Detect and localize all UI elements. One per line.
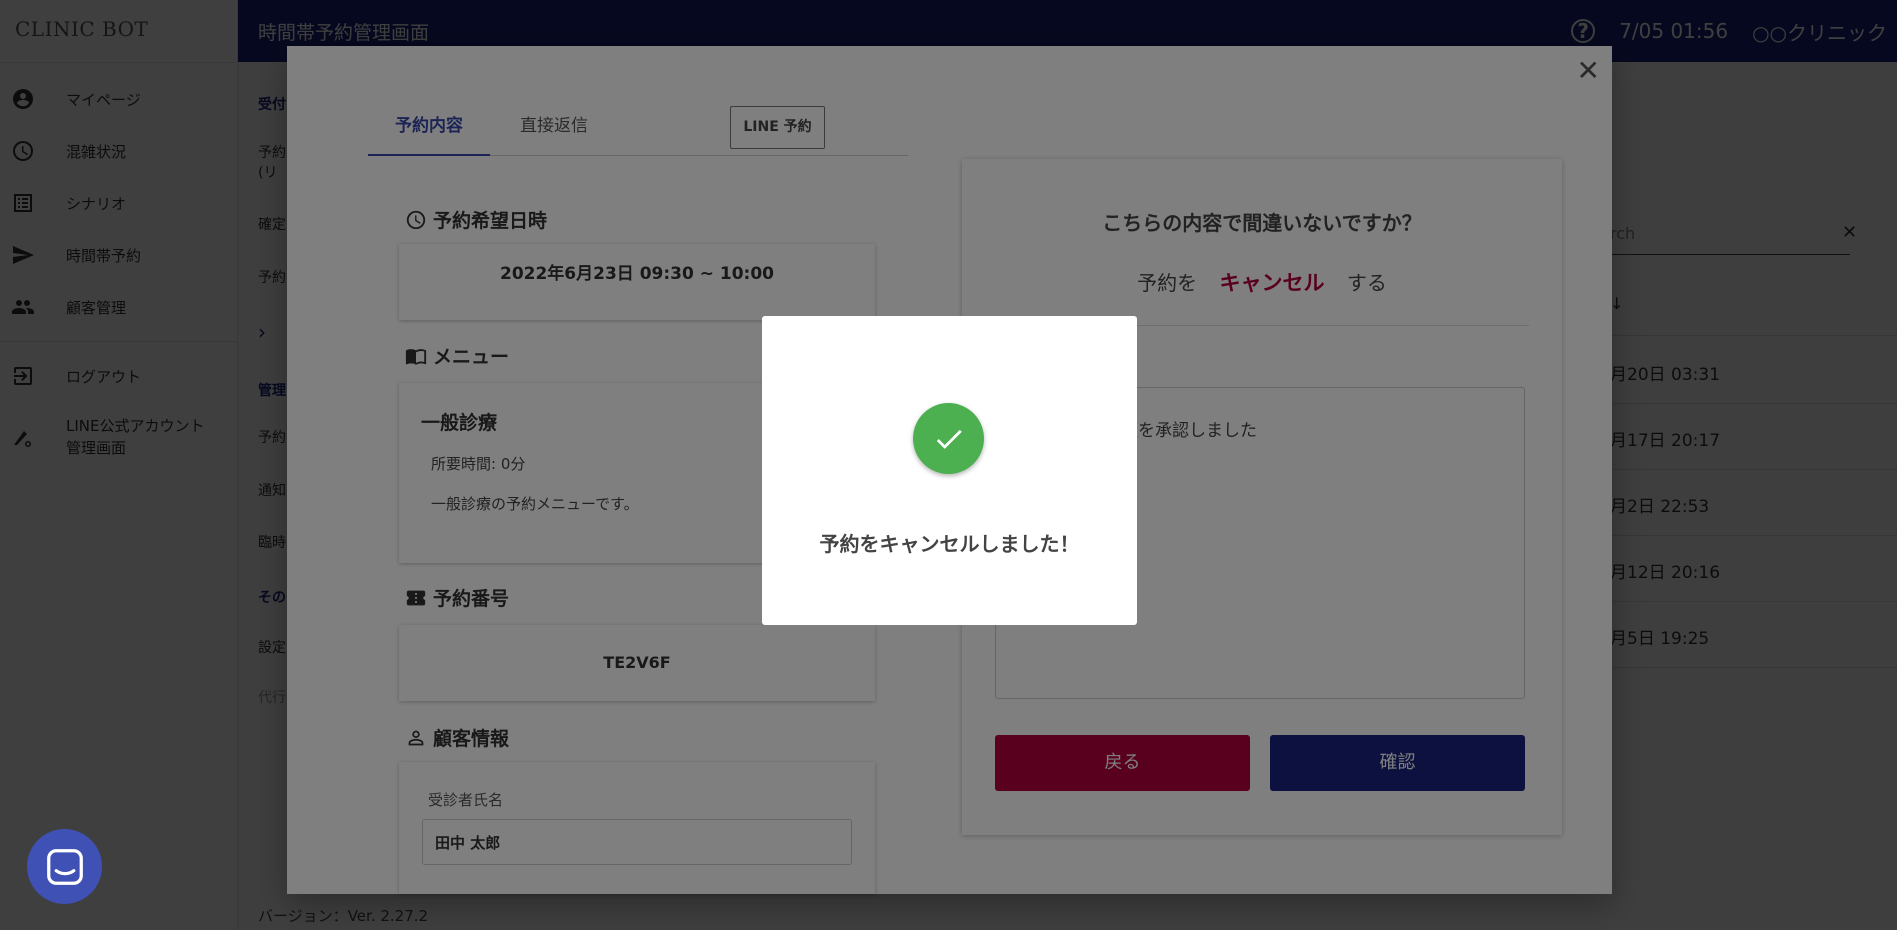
chat-launcher-button[interactable] <box>27 829 102 904</box>
chat-icon <box>46 848 83 885</box>
success-dialog: 予約をキャンセルしました！ <box>762 316 1137 625</box>
success-message: 予約をキャンセルしました！ <box>819 532 1080 556</box>
check-icon <box>913 403 984 474</box>
